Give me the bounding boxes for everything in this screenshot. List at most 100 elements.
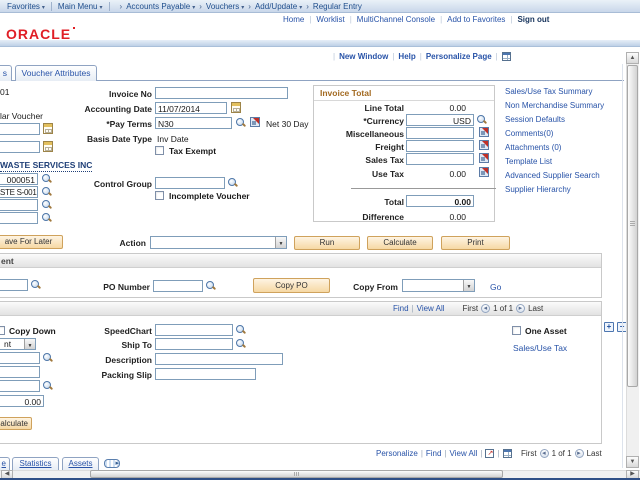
incomplete-voucher-checkbox[interactable] <box>155 191 164 200</box>
tab-list-icon[interactable] <box>104 459 120 468</box>
sales-use-tax-link[interactable]: Sales/Use Tax <box>513 343 567 353</box>
tab-voucher-attributes[interactable]: Voucher Attributes <box>15 65 97 81</box>
multichannel-console-link[interactable]: MultiChannel Console <box>345 15 435 24</box>
pay-terms-detail-icon[interactable] <box>250 117 260 127</box>
supplier-id-field[interactable]: 000051 <box>0 173 38 185</box>
find-link[interactable]: Find <box>393 304 409 313</box>
previous-page-icon[interactable] <box>540 449 549 458</box>
search-icon[interactable] <box>43 353 53 363</box>
currency-detail-icon[interactable] <box>479 127 489 137</box>
tax-exempt-checkbox[interactable] <box>155 146 164 155</box>
control-group-field[interactable] <box>155 177 225 189</box>
currency-detail-icon[interactable] <box>479 153 489 163</box>
advanced-supplier-field[interactable] <box>0 212 38 224</box>
search-icon[interactable] <box>43 381 53 391</box>
bottom-tab-left-partial[interactable]: e <box>0 457 10 470</box>
total-field[interactable]: 0.00 <box>406 195 474 207</box>
save-for-later-button[interactable]: ave For Later <box>0 235 63 249</box>
worksheet-copy-field[interactable] <box>0 279 28 291</box>
sales-tax-field[interactable] <box>406 153 474 165</box>
grid-find-link[interactable]: Find <box>426 449 442 458</box>
advanced-supplier-search-link[interactable]: Advanced Supplier Search <box>505 171 600 180</box>
last-label[interactable]: Last <box>528 304 543 313</box>
search-icon[interactable] <box>206 281 216 291</box>
one-asset-checkbox[interactable] <box>512 326 521 335</box>
unit-field[interactable] <box>0 352 40 364</box>
line-amount-field[interactable]: 0.00 <box>0 395 44 407</box>
sales-use-tax-summary-link[interactable]: Sales/Use Tax Summary <box>505 87 592 96</box>
invoice-received-field[interactable] <box>0 141 40 153</box>
main-menu[interactable]: Main Menu <box>58 2 98 11</box>
bottom-tab-assets[interactable]: Assets <box>62 457 99 470</box>
grid-view-all-link[interactable]: View All <box>450 449 478 458</box>
accounting-date-field[interactable]: 11/07/2014 <box>155 102 227 114</box>
download-popout-icon[interactable] <box>485 449 494 458</box>
search-icon[interactable] <box>42 200 52 210</box>
search-icon[interactable] <box>236 118 246 128</box>
horizontal-scroll-thumb[interactable] <box>90 470 503 478</box>
view-all-link[interactable]: View All <box>417 304 445 313</box>
first-label[interactable]: First <box>463 304 479 313</box>
calendar-icon[interactable] <box>231 102 241 113</box>
help-link[interactable]: Help <box>398 52 415 61</box>
personalize-page-link[interactable]: Personalize Page <box>426 52 492 61</box>
pay-terms-field[interactable]: N30 <box>155 117 232 129</box>
breadcrumb-item-accounts-payable[interactable]: Accounts Payable <box>116 2 191 11</box>
line-calculate-button[interactable]: alculate <box>0 417 32 430</box>
invoice-date-field[interactable] <box>0 123 40 135</box>
search-icon[interactable] <box>236 339 246 349</box>
distribute-by-select[interactable]: nt <box>0 338 36 350</box>
currency-field[interactable]: USD <box>406 114 474 126</box>
search-icon[interactable] <box>228 178 238 188</box>
search-icon[interactable] <box>42 213 52 223</box>
bottom-tab-statistics[interactable]: Statistics <box>12 457 59 470</box>
previous-page-icon[interactable] <box>481 304 490 313</box>
speedchart-field[interactable] <box>155 324 233 336</box>
non-merchandise-summary-link[interactable]: Non Merchandise Summary <box>505 101 604 110</box>
dropdown-arrow-icon[interactable] <box>275 237 286 248</box>
session-defaults-link[interactable]: Session Defaults <box>505 115 565 124</box>
dropdown-arrow-icon[interactable] <box>24 339 35 349</box>
add-row-button[interactable]: + <box>604 322 614 332</box>
search-icon[interactable] <box>42 174 52 184</box>
home-link[interactable]: Home <box>283 15 304 24</box>
invoice-no-field[interactable] <box>155 87 288 99</box>
po-number-field[interactable] <box>153 280 203 292</box>
uom-field[interactable] <box>0 380 40 392</box>
freight-field[interactable] <box>406 140 474 152</box>
copy-from-select[interactable] <box>402 279 475 292</box>
breadcrumb-item-vouchers[interactable]: Vouchers <box>195 2 239 11</box>
search-icon[interactable] <box>236 325 246 335</box>
currency-detail-icon[interactable] <box>479 140 489 150</box>
add-to-favorites-link[interactable]: Add to Favorites <box>435 15 505 24</box>
packing-slip-field[interactable] <box>155 368 256 380</box>
new-window-link[interactable]: New Window <box>339 52 388 61</box>
search-icon[interactable] <box>477 115 487 125</box>
copy-po-button[interactable]: Copy PO <box>253 278 330 293</box>
supplier-location-field[interactable]: ASTE S-001 <box>0 186 38 198</box>
quantity-field[interactable] <box>0 366 40 378</box>
next-page-icon[interactable] <box>575 449 584 458</box>
sign-out-link[interactable]: Sign out <box>505 15 549 24</box>
supplier-name-link[interactable]: WASTE SERVICES INC <box>0 160 92 172</box>
print-button[interactable]: Print <box>441 236 510 250</box>
go-link[interactable]: Go <box>490 282 501 292</box>
currency-detail-icon[interactable] <box>479 167 489 177</box>
favorites-menu[interactable]: Favorites <box>7 2 40 11</box>
vertical-scroll-thumb[interactable] <box>627 65 638 387</box>
http-grid-icon[interactable] <box>502 52 511 61</box>
miscellaneous-field[interactable] <box>406 127 474 139</box>
scroll-down-icon[interactable]: ▼ <box>626 456 639 468</box>
description-field[interactable] <box>155 353 283 365</box>
ship-to-field[interactable] <box>155 338 233 350</box>
supplier-hierarchy-link[interactable]: Supplier Hierarchy <box>505 185 571 194</box>
comments-link[interactable]: Comments(0) <box>505 129 553 138</box>
template-list-link[interactable]: Template List <box>505 157 552 166</box>
worklist-link[interactable]: Worklist <box>304 15 344 24</box>
copy-down-checkbox[interactable] <box>0 326 5 335</box>
search-icon[interactable] <box>42 187 52 197</box>
personalize-link[interactable]: Personalize <box>376 449 418 458</box>
grid-icon[interactable] <box>503 449 512 458</box>
search-icon[interactable] <box>31 280 41 290</box>
dropdown-arrow-icon[interactable] <box>463 280 474 291</box>
